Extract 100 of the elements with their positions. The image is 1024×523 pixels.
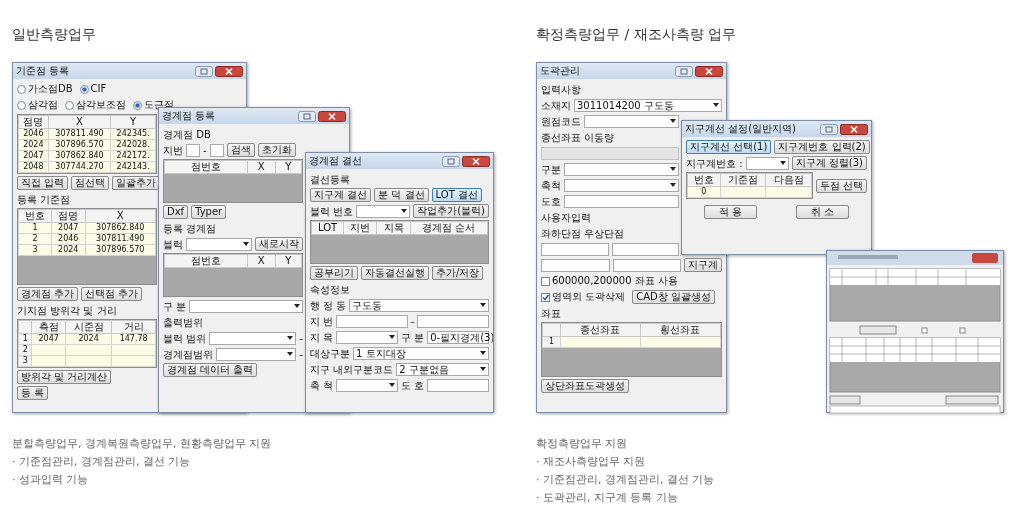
text-field[interactable]	[209, 143, 224, 157]
dropdown[interactable]: 3011014200 구도동	[574, 98, 722, 112]
dialog-button[interactable]: 점선택	[71, 176, 110, 190]
radio-button[interactable]: 가소점DB	[17, 83, 73, 95]
dropdown[interactable]	[745, 156, 789, 170]
column-header: X	[247, 160, 276, 174]
text-field[interactable]	[564, 194, 679, 208]
restore-button[interactable]	[195, 65, 213, 77]
table-cell: 242028.	[110, 139, 156, 151]
dialog-button[interactable]: 두점 선택	[815, 178, 867, 193]
caret-icon	[294, 304, 300, 308]
table-cell: 2	[18, 233, 52, 245]
dialog-button[interactable]: 지구계	[684, 258, 722, 272]
dialog-button[interactable]: 새로시작	[255, 237, 303, 251]
radio-button[interactable]: 삼각점	[17, 99, 58, 111]
dialog-button[interactable]: 선택점 추가	[81, 287, 143, 301]
column-header: Y	[275, 160, 302, 174]
dropdown[interactable]: 2 구분없음	[396, 362, 489, 376]
caption-text: 확정측량업무 지원	[536, 436, 629, 452]
field-label: 구 분	[401, 330, 425, 344]
dialog-button[interactable]: 방위각 및 거리계산	[17, 370, 112, 384]
text-field[interactable]	[541, 242, 609, 256]
window-title: 지구계선 설정(일반지역)	[685, 123, 796, 135]
dialog-button[interactable]: CAD창 일괄생성	[632, 290, 715, 304]
dropdown[interactable]: 구도동	[349, 298, 489, 312]
dropdown[interactable]	[189, 299, 303, 313]
dialog-button[interactable]: 공부리기	[310, 266, 358, 280]
text-field[interactable]	[186, 143, 200, 157]
checkbox[interactable]: 600000,200000 좌표 사용	[541, 275, 678, 287]
checkbox-icon	[541, 292, 550, 302]
dropdown[interactable]: 1 토지대장	[353, 346, 489, 360]
dialog-button[interactable]: 분 덕 결선	[374, 188, 429, 202]
table-cell: 2046	[51, 233, 85, 245]
dialog-button[interactable]: 추가/저장	[432, 266, 484, 280]
dialog-button[interactable]: 자동결선실행	[361, 266, 429, 280]
dropdown[interactable]	[356, 204, 411, 218]
restore-button[interactable]	[675, 65, 693, 77]
close-button[interactable]	[318, 110, 346, 122]
table-cell: 2024	[18, 139, 49, 151]
table-cell: 307811.490	[85, 233, 156, 245]
close-button[interactable]	[462, 155, 490, 167]
dialog-button[interactable]: 지구계 정렬(3)	[791, 156, 867, 170]
text-field[interactable]	[417, 314, 489, 328]
caret-icon	[389, 335, 395, 339]
dialog-button[interactable]: 지구계번호 입력(2)	[774, 140, 870, 154]
text-field[interactable]	[336, 314, 408, 328]
dialog-button[interactable]: 취 소	[795, 205, 850, 219]
feature-item: · 도곽관리, 지구계 등록 기능	[536, 490, 679, 506]
field-label: 사용자입력	[541, 210, 591, 224]
restore-button[interactable]	[298, 110, 316, 122]
section-heading: 확정측량업무 / 재조사측량 업무	[536, 25, 738, 44]
column-header: X	[85, 209, 156, 223]
restore-button[interactable]	[820, 123, 838, 135]
field-label: 결선등록	[310, 172, 350, 186]
dropdown[interactable]	[584, 114, 679, 128]
checkbox[interactable]: 영역외 도곽삭제	[541, 291, 626, 303]
dialog-button[interactable]: 적 용	[703, 205, 758, 219]
dropdown[interactable]	[564, 162, 679, 176]
radio-button[interactable]: 삼각보조점	[65, 99, 126, 111]
text-field[interactable]	[611, 242, 679, 256]
dropdown[interactable]	[564, 178, 679, 192]
dialog-button[interactable]: 작업추가(블럭)	[413, 204, 489, 218]
field-label: 지구 내외구분코드	[310, 362, 394, 376]
close-button[interactable]	[215, 65, 243, 77]
field-label: 출력범위	[163, 315, 203, 329]
dialog-button[interactable]: LOT 결선	[431, 188, 482, 202]
dropdown[interactable]	[186, 237, 252, 251]
text-field[interactable]	[541, 258, 610, 272]
dropdown[interactable]	[336, 330, 398, 344]
close-button[interactable]	[695, 65, 723, 77]
dialog-button[interactable]: 경계점 추가	[17, 287, 79, 301]
dialog-button[interactable]: 등 록	[17, 386, 49, 400]
dialog-button[interactable]: 일괄추가	[112, 176, 161, 190]
dialog-button[interactable]: 지구계선 선택(1)	[686, 140, 772, 154]
dialog-button[interactable]: 경계점 데이터 출력	[163, 363, 258, 377]
field-label: 소재지	[541, 98, 571, 112]
dialog-button[interactable]: 지구계 결선	[310, 188, 372, 202]
dialog-button[interactable]: 직접 입력	[17, 176, 69, 190]
radio-button[interactable]: CIF	[79, 83, 107, 95]
field-label: 블럭 번호	[310, 204, 354, 218]
table-cell: 242345.	[110, 128, 156, 140]
window-title: 경계점 결선	[309, 155, 363, 167]
dropdown[interactable]	[336, 378, 398, 392]
dialog-button[interactable]: Dxf	[163, 205, 189, 219]
dropdown[interactable]	[216, 347, 297, 361]
column-header: X	[247, 254, 276, 268]
close-button[interactable]	[840, 123, 868, 135]
dialog-button[interactable]: 초기화	[257, 143, 296, 157]
window-title: 기준점 등록	[16, 65, 70, 77]
dropdown[interactable]	[209, 331, 297, 345]
dialog-button[interactable]: 상단좌표도곽생성	[541, 379, 629, 393]
text-field[interactable]	[427, 378, 489, 392]
field-label: 도호	[541, 194, 561, 208]
text-field[interactable]	[612, 258, 681, 272]
column-header: 번호	[687, 173, 721, 187]
restore-button[interactable]	[442, 155, 460, 167]
feature-item: · 성과입력 기능	[12, 472, 90, 488]
feature-item: · 기준점관리, 경계점관리, 결선 기능	[536, 472, 716, 488]
dialog-button[interactable]: Typer	[191, 205, 227, 219]
dialog-button[interactable]: 검색	[226, 143, 255, 157]
